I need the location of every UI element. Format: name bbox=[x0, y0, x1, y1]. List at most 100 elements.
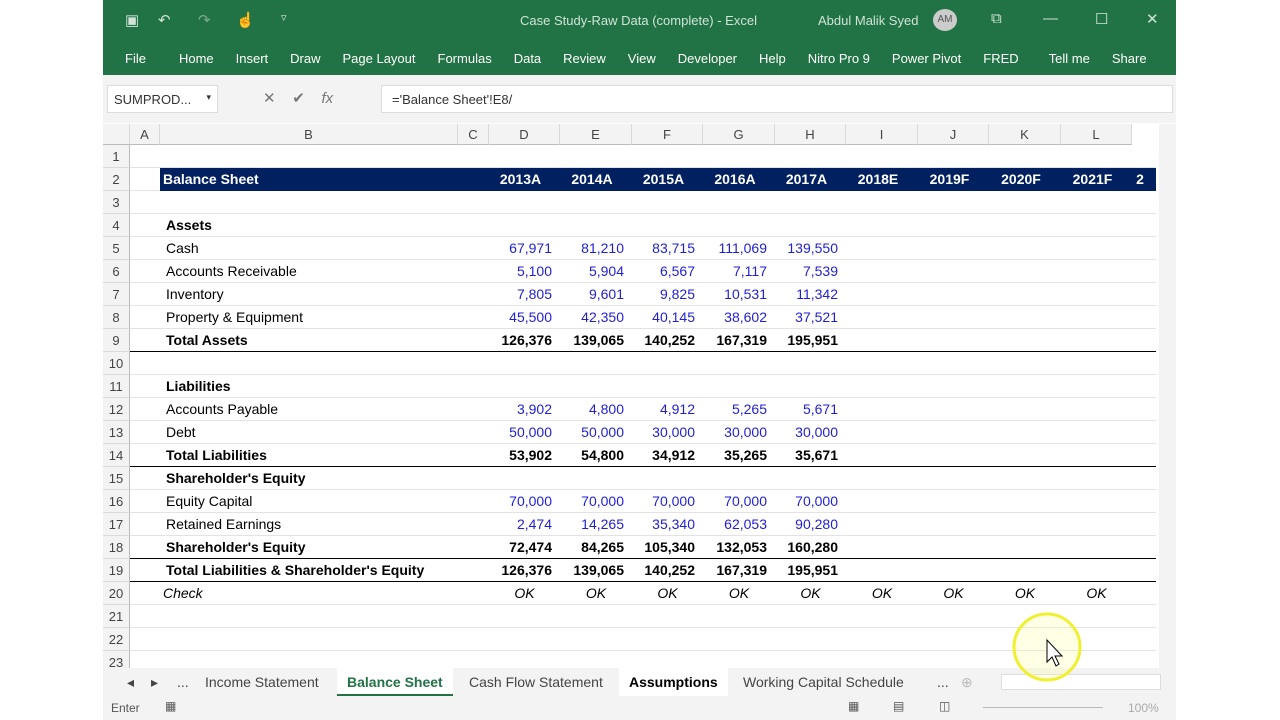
ribbon-tab-view[interactable]: View bbox=[628, 51, 656, 66]
value-cell[interactable]: 84,265 bbox=[560, 536, 632, 559]
value-cell[interactable]: 160,280 bbox=[775, 536, 846, 559]
value-cell[interactable]: 10,531 bbox=[703, 283, 775, 306]
value-cell[interactable]: 35,265 bbox=[703, 444, 775, 467]
page-break-view-icon[interactable]: ◫ bbox=[939, 699, 950, 713]
sheet-tab-income-statement[interactable]: Income Statement bbox=[195, 668, 329, 696]
check-cell[interactable]: OK bbox=[775, 582, 846, 605]
year-header[interactable]: 2020F bbox=[989, 168, 1061, 191]
year-header[interactable]: 2021F bbox=[1061, 168, 1132, 191]
column-header-H[interactable]: H bbox=[775, 124, 846, 145]
ribbon-tab-fred[interactable]: FRED bbox=[983, 51, 1018, 66]
row-header-5[interactable]: 5 bbox=[103, 237, 130, 260]
year-header[interactable]: 2018E bbox=[846, 168, 918, 191]
ribbon-tab-tell-me[interactable]: Tell me bbox=[1049, 51, 1090, 66]
minimize-icon[interactable]: — bbox=[1043, 10, 1058, 27]
value-cell[interactable]: 5,904 bbox=[560, 260, 632, 283]
row-header-3[interactable]: 3 bbox=[103, 191, 130, 214]
macro-record-icon[interactable]: ▦ bbox=[165, 699, 176, 713]
column-header-C[interactable]: C bbox=[458, 124, 489, 145]
row-header-21[interactable]: 21 bbox=[103, 605, 130, 628]
row-header-6[interactable]: 6 bbox=[103, 260, 130, 283]
row-header-13[interactable]: 13 bbox=[103, 421, 130, 444]
value-cell[interactable]: 50,000 bbox=[560, 421, 632, 444]
maximize-icon[interactable]: ☐ bbox=[1095, 10, 1108, 28]
row-header-22[interactable]: 22 bbox=[103, 628, 130, 651]
save-icon[interactable]: ▣ bbox=[125, 11, 139, 29]
value-cell[interactable]: 30,000 bbox=[775, 421, 846, 444]
ribbon-tab-data[interactable]: Data bbox=[514, 51, 541, 66]
row-header-7[interactable]: 7 bbox=[103, 283, 130, 306]
row-header-14[interactable]: 14 bbox=[103, 444, 130, 467]
ribbon-tab-developer[interactable]: Developer bbox=[678, 51, 737, 66]
next-sheet-icon[interactable]: ▸ bbox=[141, 668, 168, 696]
column-header-I[interactable]: I bbox=[846, 124, 918, 145]
check-cell[interactable]: OK bbox=[846, 582, 918, 605]
value-cell[interactable]: 42,350 bbox=[560, 306, 632, 329]
column-header-L[interactable]: L bbox=[1061, 124, 1132, 145]
ribbon-tab-review[interactable]: Review bbox=[563, 51, 606, 66]
formula-input[interactable]: ='Balance Sheet'!E8/ bbox=[381, 85, 1173, 113]
fx-icon[interactable]: fx bbox=[322, 90, 334, 107]
value-cell[interactable]: 70,000 bbox=[489, 490, 560, 513]
value-cell[interactable]: 139,065 bbox=[560, 329, 632, 352]
value-cell[interactable]: 70,000 bbox=[775, 490, 846, 513]
customize-qat-icon[interactable]: ▿ bbox=[281, 11, 287, 24]
value-cell[interactable]: 11,342 bbox=[775, 283, 846, 306]
ribbon-tab-page-layout[interactable]: Page Layout bbox=[343, 51, 416, 66]
value-cell[interactable]: 81,210 bbox=[560, 237, 632, 260]
year-header[interactable]: 2016A bbox=[703, 168, 775, 191]
value-cell[interactable]: 53,902 bbox=[489, 444, 560, 467]
column-header-F[interactable]: F bbox=[632, 124, 703, 145]
year-header[interactable]: 2014A bbox=[560, 168, 632, 191]
value-cell[interactable]: 2,474 bbox=[489, 513, 560, 536]
page-layout-view-icon[interactable]: ▤ bbox=[893, 699, 904, 713]
value-cell[interactable]: 30,000 bbox=[632, 421, 703, 444]
ribbon-tab-draw[interactable]: Draw bbox=[290, 51, 320, 66]
value-cell[interactable]: 6,567 bbox=[632, 260, 703, 283]
row-header-15[interactable]: 15 bbox=[103, 467, 130, 490]
row-header-19[interactable]: 19 bbox=[103, 559, 130, 582]
value-cell[interactable]: 139,065 bbox=[560, 559, 632, 582]
value-cell[interactable]: 50,000 bbox=[489, 421, 560, 444]
row-header-10[interactable]: 10 bbox=[103, 352, 130, 375]
check-cell[interactable]: OK bbox=[989, 582, 1061, 605]
value-cell[interactable]: 70,000 bbox=[703, 490, 775, 513]
row-header-4[interactable]: 4 bbox=[103, 214, 130, 237]
value-cell[interactable]: 40,145 bbox=[632, 306, 703, 329]
value-cell[interactable]: 14,265 bbox=[560, 513, 632, 536]
value-cell[interactable]: 9,825 bbox=[632, 283, 703, 306]
column-header-A[interactable]: A bbox=[130, 124, 160, 145]
value-cell[interactable]: 37,521 bbox=[775, 306, 846, 329]
prev-sheet-icon[interactable]: ◂ bbox=[117, 668, 144, 696]
ribbon-tab-power-pivot[interactable]: Power Pivot bbox=[892, 51, 961, 66]
sheet-tab-assumptions[interactable]: Assumptions bbox=[619, 668, 728, 696]
value-cell[interactable]: 7,117 bbox=[703, 260, 775, 283]
year-header[interactable]: 2013A bbox=[489, 168, 560, 191]
column-header-B[interactable]: B bbox=[160, 124, 458, 145]
value-cell[interactable]: 62,053 bbox=[703, 513, 775, 536]
value-cell[interactable]: 105,340 bbox=[632, 536, 703, 559]
value-cell[interactable]: 67,971 bbox=[489, 237, 560, 260]
row-header-20[interactable]: 20 bbox=[103, 582, 130, 605]
name-box[interactable]: SUMPROD... ▾ bbox=[107, 85, 218, 113]
zoom-slider[interactable] bbox=[983, 707, 1103, 708]
row-header-9[interactable]: 9 bbox=[103, 329, 130, 352]
check-cell[interactable]: OK bbox=[560, 582, 632, 605]
ribbon-tab-insert[interactable]: Insert bbox=[236, 51, 269, 66]
vertical-scrollbar[interactable] bbox=[1159, 124, 1176, 668]
value-cell[interactable]: 140,252 bbox=[632, 329, 703, 352]
more-sheets-left[interactable]: ... bbox=[167, 668, 199, 696]
value-cell[interactable]: 38,602 bbox=[703, 306, 775, 329]
value-cell[interactable]: 167,319 bbox=[703, 329, 775, 352]
value-cell[interactable]: 140,252 bbox=[632, 559, 703, 582]
row-header-1[interactable]: 1 bbox=[103, 145, 130, 168]
ribbon-tab-nitro-pro-9[interactable]: Nitro Pro 9 bbox=[808, 51, 870, 66]
ribbon-tab-home[interactable]: Home bbox=[179, 51, 214, 66]
avatar[interactable]: AM bbox=[933, 9, 957, 31]
row-header-8[interactable]: 8 bbox=[103, 306, 130, 329]
value-cell[interactable]: 7,805 bbox=[489, 283, 560, 306]
value-cell[interactable]: 132,053 bbox=[703, 536, 775, 559]
sheet-tab-balance-sheet[interactable]: Balance Sheet bbox=[337, 668, 453, 696]
ribbon-tab-file[interactable]: File bbox=[125, 51, 146, 66]
value-cell[interactable]: 54,800 bbox=[560, 444, 632, 467]
